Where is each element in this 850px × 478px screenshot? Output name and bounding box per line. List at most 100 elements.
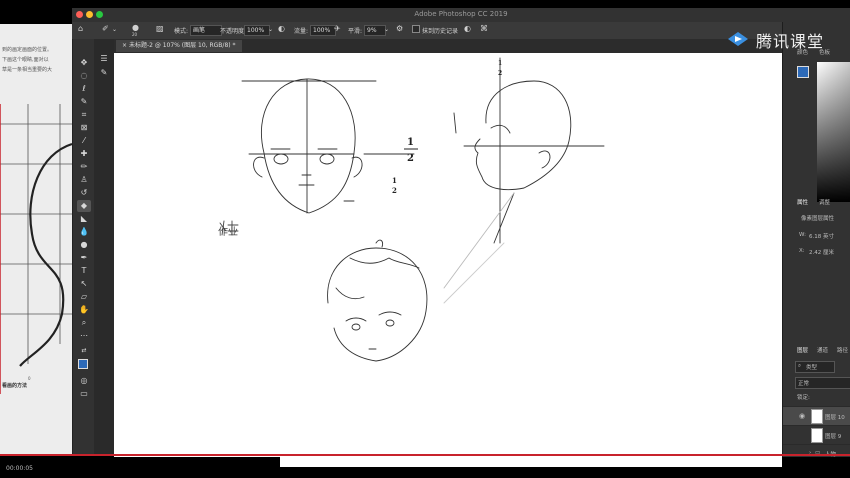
fraction-denominator: 2 <box>392 186 397 195</box>
home-icon[interactable]: ⌂ <box>78 24 83 33</box>
type-tool-icon[interactable]: T <box>77 265 91 277</box>
pressure-opacity-icon[interactable]: ◐ <box>278 24 285 33</box>
close-icon[interactable]: × <box>122 42 129 49</box>
history-checkbox[interactable] <box>412 25 420 33</box>
eyedropper-tool-icon[interactable]: ⁄ <box>77 135 91 147</box>
layer-filter-select[interactable]: ⌕ 类型 <box>795 361 835 373</box>
zoom-tool-icon[interactable]: ⌕ <box>77 317 91 329</box>
chevron-down-icon[interactable]: ⌄ <box>268 26 273 33</box>
document-tab[interactable]: × 未标题-2 @ 107% (图层 10, RGB/8) * <box>116 40 242 52</box>
default-colors-icon[interactable]: ⇄ <box>77 345 91 357</box>
profile-face-sketch <box>443 57 605 289</box>
timeline-progress-bar <box>0 454 850 456</box>
path-select-tool-icon[interactable]: ↖ <box>77 278 91 290</box>
foreground-color-swatch[interactable] <box>78 359 88 369</box>
history-brush-tool-icon[interactable]: ↺ <box>77 187 91 199</box>
frame-tool-icon[interactable]: ⊠ <box>77 122 91 134</box>
layer-thumbnail <box>811 428 823 443</box>
marquee-tool-icon[interactable]: ◌ <box>77 70 91 82</box>
reference-text-line: 到的画定画面的位置。 <box>2 47 53 53</box>
flow-input[interactable]: 100% <box>310 25 336 36</box>
pen-tool-icon[interactable]: ✒ <box>77 252 91 264</box>
more-tools-icon[interactable]: ⋯ <box>77 330 91 342</box>
brush-panel-icon[interactable]: ✎ <box>97 67 111 79</box>
paint-bucket-tool-icon[interactable]: ◣ <box>77 213 91 225</box>
flow-label: 流量: <box>294 28 309 35</box>
smoothing-input[interactable]: 9% <box>364 25 386 36</box>
tab-adjustments[interactable]: 调整 <box>819 198 830 206</box>
history-label: 抹到历史记录 <box>422 28 459 35</box>
pixel-layer-properties-label: 像素图层属性 <box>801 216 835 222</box>
opacity-label: 不透明度: <box>220 28 247 35</box>
quick-select-tool-icon[interactable]: ✎ <box>77 96 91 108</box>
reference-sketch-image <box>0 104 72 394</box>
tab-properties[interactable]: 属性 <box>797 198 808 206</box>
blur-tool-icon[interactable]: 💧 <box>77 226 91 238</box>
airbrush-icon[interactable]: ✈ <box>334 24 341 33</box>
document-tab-label: 未标题-2 @ 107% (图层 10, RGB/8) * <box>128 42 236 49</box>
opacity-input[interactable]: 100% <box>244 25 270 36</box>
foreground-color-swatch[interactable] <box>797 66 809 78</box>
canvas-annotation: 作业 <box>218 227 238 238</box>
clone-stamp-tool-icon[interactable]: ♙ <box>77 174 91 186</box>
width-value[interactable]: 6.18 英寸 <box>809 232 834 240</box>
fraction-numerator: 1 <box>498 60 502 67</box>
watermark-text: 腾讯课堂 <box>755 32 824 51</box>
dodge-tool-icon[interactable]: ● <box>77 239 91 251</box>
blend-mode-select[interactable]: 正常 <box>795 377 850 389</box>
mode-select[interactable]: 画笔 <box>190 25 222 36</box>
tab-layers[interactable]: 图层 <box>797 346 808 354</box>
canvas-drawing: 1 2 1 2 1 2 <box>219 57 605 362</box>
fraction-numerator: 1 <box>392 176 397 185</box>
video-timer: 00:00:05 <box>6 465 33 472</box>
gear-icon[interactable]: ⚙ <box>396 24 403 33</box>
shape-tool-icon[interactable]: ▱ <box>77 291 91 303</box>
eraser-tool-icon[interactable]: ◆ <box>77 200 91 212</box>
width-label: W: <box>799 232 806 238</box>
secondary-tool-strip: ☰ ✎ <box>94 39 114 454</box>
smoothing-label: 平滑: <box>348 28 363 35</box>
layer-row[interactable]: 图层 9 <box>783 425 850 444</box>
layer-name: 图层 9 <box>825 434 842 440</box>
brush-tool-icon[interactable]: ✏ <box>77 161 91 173</box>
video-control-bar: 00:00:05 <box>0 457 850 478</box>
brush-settings-icon[interactable]: ☰ <box>97 53 111 65</box>
symmetry-icon[interactable]: ⌘ <box>480 24 488 33</box>
lasso-tool-icon[interactable]: ℓ <box>77 83 91 95</box>
color-picker-field[interactable] <box>817 62 850 202</box>
layer-filter-kind: 类型 <box>806 365 818 371</box>
healing-brush-tool-icon[interactable]: ✚ <box>77 148 91 160</box>
canvas-bottom-edge <box>280 457 782 467</box>
brush-settings-icon[interactable]: ▨ <box>156 24 164 33</box>
move-tool-icon[interactable]: ✥ <box>77 57 91 69</box>
search-icon: ⌕ <box>798 363 802 369</box>
canvas[interactable]: 1 2 1 2 1 2 作业 <box>114 53 782 457</box>
x-value[interactable]: 2.42 厘米 <box>809 248 834 256</box>
fraction-denominator: 2 <box>407 153 414 164</box>
quick-mask-icon[interactable]: ◎ <box>77 375 91 387</box>
reference-caption: 看画的方法 <box>2 383 28 389</box>
tencent-classroom-logo <box>728 32 748 46</box>
brush-size-value: 20 <box>132 32 138 37</box>
reference-window: 到的画定画面的位置。 下画这个眼睛,面对以 草是一条相当重要的大 看画的方法 0 <box>0 24 72 454</box>
blend-mode-value: 正常 <box>798 381 810 387</box>
layer-thumbnail <box>811 409 823 424</box>
pressure-size-icon[interactable]: ◐ <box>464 24 471 33</box>
eraser-tool-icon[interactable]: ✐ <box>102 24 109 33</box>
layer-name: 图层 10 <box>825 415 845 421</box>
x-label: X: <box>799 248 805 254</box>
hand-tool-icon[interactable]: ✋ <box>77 304 91 316</box>
crop-tool-icon[interactable]: ⌗ <box>77 109 91 121</box>
mode-label: 模式: <box>174 28 189 35</box>
tab-paths[interactable]: 路径 <box>837 346 848 354</box>
tab-channels[interactable]: 通道 <box>817 346 828 354</box>
three-quarter-face-sketch <box>327 239 505 362</box>
reference-text-line: 草是一条相当重要的大 <box>2 67 53 73</box>
brush-preset-icon[interactable]: ● <box>132 23 139 32</box>
eye-icon[interactable]: ◉ <box>799 412 805 420</box>
chevron-down-icon[interactable]: ⌄ <box>112 26 117 33</box>
title-bar: Adobe Photoshop CC 2019 <box>72 8 850 22</box>
layer-row[interactable]: ◉ 图层 10 <box>783 406 850 425</box>
screen-mode-icon[interactable]: ▭ <box>77 388 91 400</box>
chevron-down-icon[interactable]: ⌄ <box>384 26 389 33</box>
